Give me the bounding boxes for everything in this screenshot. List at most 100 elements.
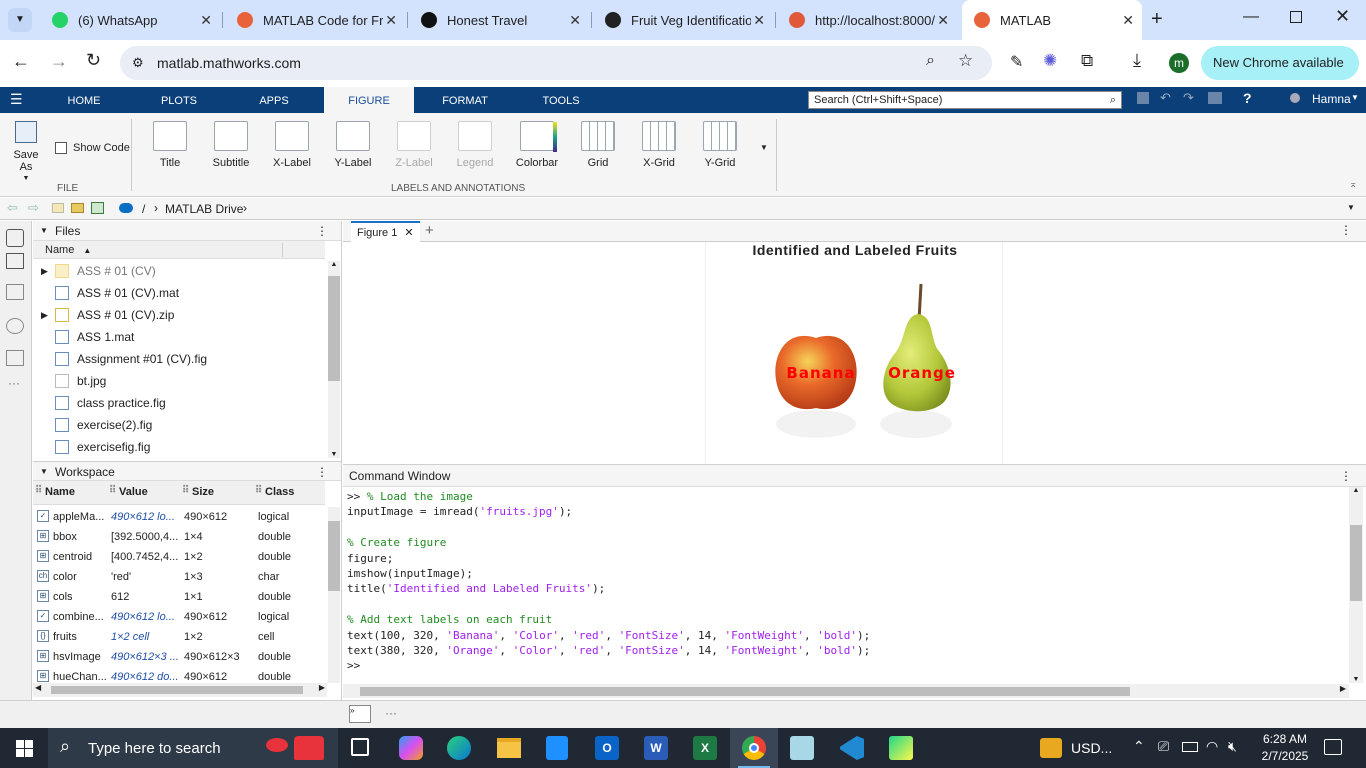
panel-menu-icon[interactable]: ⋮ bbox=[316, 462, 328, 482]
show-hidden-icons-chevron[interactable]: ⌃ bbox=[1133, 738, 1145, 755]
z-label-button[interactable]: Z-Label bbox=[386, 121, 442, 169]
scroll-down-icon[interactable]: ▼ bbox=[328, 451, 340, 458]
browser-tab[interactable]: MATLAB ✕ bbox=[962, 0, 1142, 40]
file-item[interactable]: ▶ ASS # 01 (CV) bbox=[33, 260, 323, 282]
column-grip-icon[interactable]: ⠿ bbox=[182, 485, 189, 496]
browser-tab[interactable]: MATLAB Code for Fru ✕ bbox=[225, 6, 405, 34]
y-label-button[interactable]: Y-Label bbox=[325, 121, 381, 169]
file-item[interactable]: ASS # 01 (CV).mat bbox=[33, 282, 323, 304]
workspace-row[interactable]: {} fruits 1×2 cell 1×2 cell bbox=[33, 627, 328, 647]
workspace-row[interactable]: ✓ combine... 490×612 lo... 490×612 logical bbox=[33, 607, 328, 627]
tab-close-icon[interactable]: ✕ bbox=[1122, 12, 1134, 29]
cmd-hscroll-thumb[interactable] bbox=[360, 687, 1130, 696]
y-grid-button[interactable]: Y-Grid bbox=[692, 121, 748, 169]
command-window[interactable]: Command Window ⋮ >> % Load the image inpu… bbox=[343, 464, 1366, 700]
cmd-scroll-thumb[interactable] bbox=[1350, 525, 1362, 601]
workspace-row[interactable]: ⊞ cols 612 1×1 double bbox=[33, 587, 328, 607]
user-icon[interactable] bbox=[1290, 93, 1300, 103]
expand-arrow-icon[interactable]: ▶ bbox=[41, 304, 48, 326]
toolstrip-tab-apps[interactable]: APPS bbox=[234, 87, 314, 113]
download-icon[interactable]: ⤓ bbox=[1133, 50, 1141, 71]
ws-scroll-thumb[interactable] bbox=[328, 521, 340, 591]
tab-close-icon[interactable]: ✕ bbox=[753, 12, 765, 29]
browser-tab[interactable]: http://localhost:8000/✕ bbox=[777, 6, 957, 34]
excel-icon[interactable]: X bbox=[693, 736, 717, 760]
panel-menu-icon[interactable]: ⋮ bbox=[316, 221, 328, 241]
window-layout-icon[interactable] bbox=[1208, 92, 1222, 104]
files-scroll-thumb[interactable] bbox=[328, 276, 340, 381]
workspace-row[interactable]: ch color'red' 1×3 char bbox=[33, 567, 328, 587]
panel-menu-icon[interactable]: ⋮ bbox=[1340, 465, 1352, 487]
user-menu-chevron-icon[interactable]: ▼ bbox=[1351, 93, 1359, 102]
matlab-search-input[interactable]: Search (Ctrl+Shift+Space) ⌕ bbox=[808, 91, 1122, 109]
word-icon[interactable]: W bbox=[644, 736, 668, 760]
path-dropdown-icon[interactable]: ▼ bbox=[1347, 203, 1355, 212]
workspace-row[interactable]: ⊞ centroid [400.7452,4... 1×2 double bbox=[33, 547, 328, 567]
pen-icon[interactable]: ✎ bbox=[1010, 52, 1023, 72]
files-scrollbar[interactable]: ▲ ▼ bbox=[328, 261, 340, 458]
figure-tab[interactable]: Figure 1 ✕ bbox=[351, 221, 420, 242]
ws-column-size[interactable]: Size bbox=[192, 486, 214, 498]
pycharm-icon[interactable] bbox=[889, 736, 913, 760]
outlook-icon[interactable]: O bbox=[595, 736, 619, 760]
close-window-button[interactable]: ✕ bbox=[1335, 6, 1350, 27]
ribbon-more-icon[interactable]: ▼ bbox=[760, 143, 768, 152]
clock-date[interactable]: 2/7/2025 bbox=[1252, 749, 1318, 763]
x-grid-button[interactable]: X-Grid bbox=[631, 121, 687, 169]
extension-flower-icon[interactable]: ✺ bbox=[1043, 51, 1057, 71]
file-item[interactable]: ▶ ASS # 01 (CV).zip bbox=[33, 304, 323, 326]
workspace-row[interactable]: ⊞ bbox [392.5000,4... 1×4 double bbox=[33, 527, 328, 547]
minimize-button[interactable]: — bbox=[1243, 8, 1259, 26]
ws-hscroll-thumb[interactable] bbox=[51, 686, 303, 694]
path-drive[interactable]: MATLAB Drive bbox=[165, 202, 243, 216]
history-panel-icon[interactable] bbox=[6, 318, 24, 334]
show-code-checkbox[interactable] bbox=[55, 142, 67, 154]
nav-forward-icon[interactable]: ⇨ bbox=[28, 200, 39, 216]
clock-time[interactable]: 6:28 AM bbox=[1255, 732, 1315, 746]
expand-arrow-icon[interactable]: ▶ bbox=[41, 260, 48, 282]
workspace-vscrollbar[interactable] bbox=[328, 507, 340, 683]
hscroll-left-icon[interactable]: ◀ bbox=[35, 683, 41, 692]
copilot-icon[interactable] bbox=[399, 736, 423, 760]
toolstrip-tab-home[interactable]: HOME bbox=[54, 87, 114, 113]
file-item[interactable]: bt.jpg bbox=[33, 370, 323, 392]
site-info-icon[interactable]: ⚙ bbox=[132, 55, 144, 71]
menu-hamburger-icon[interactable]: ☰ bbox=[10, 91, 23, 108]
command-output[interactable]: >> % Load the image inputImage = imread('… bbox=[343, 490, 1348, 680]
collapse-ribbon-icon[interactable]: ⌅ bbox=[1349, 179, 1357, 190]
scroll-up-icon[interactable]: ▲ bbox=[1349, 487, 1363, 494]
column-grip-icon[interactable]: ⠿ bbox=[35, 485, 42, 496]
files-panel-icon[interactable] bbox=[6, 229, 24, 247]
files-panel-header[interactable]: ▼ Files ⋮ bbox=[33, 221, 341, 241]
command-vscrollbar[interactable]: ▲ ▼ bbox=[1349, 487, 1363, 683]
tab-close-icon[interactable]: ✕ bbox=[569, 12, 581, 29]
toolstrip-tab-figure[interactable]: FIGURE bbox=[324, 87, 414, 113]
addons-panel-icon[interactable] bbox=[6, 350, 24, 366]
browser-tab[interactable]: Fruit Veg Identificatio ✕ bbox=[593, 6, 773, 34]
file-item[interactable]: class practice.fig bbox=[33, 392, 323, 414]
figure-canvas[interactable]: Identified and Labeled Fruits Banana Ora… bbox=[705, 242, 1003, 464]
toolstrip-tab-tools[interactable]: TOOLS bbox=[516, 87, 606, 113]
workspace-row[interactable]: ✓ appleMa... 490×612 lo... 490×612 logical bbox=[33, 507, 328, 527]
toolstrip-tab-format[interactable]: FORMAT bbox=[420, 87, 510, 113]
files-column-header[interactable]: Name ▲ bbox=[33, 241, 325, 259]
colorbar-button[interactable]: Colorbar bbox=[509, 121, 565, 169]
tab-close-icon[interactable]: ✕ bbox=[200, 12, 212, 29]
command-hscrollbar[interactable]: ▶ bbox=[343, 684, 1349, 698]
status-more-icon[interactable]: ··· bbox=[385, 706, 397, 720]
redo-icon[interactable]: ↷ bbox=[1183, 90, 1194, 106]
legend-button[interactable]: Legend bbox=[447, 121, 503, 169]
meet-now-icon[interactable]: ⎚ bbox=[1158, 738, 1169, 755]
path-root[interactable]: / bbox=[142, 202, 145, 216]
zoom-icon[interactable]: ⌕ bbox=[926, 52, 935, 70]
workspace-row[interactable]: ⊞ hsvImage 490×612×3 ... 490×612×3 double bbox=[33, 647, 328, 667]
notepad-icon[interactable] bbox=[790, 736, 814, 760]
wifi-icon[interactable]: ◠ bbox=[1206, 738, 1218, 755]
figure-menu-icon[interactable]: ⋮ bbox=[1340, 223, 1352, 237]
up-folder-icon[interactable] bbox=[52, 203, 64, 213]
column-grip-icon[interactable]: ⠿ bbox=[109, 485, 116, 496]
tab-search-button[interactable]: ▼ bbox=[8, 8, 32, 32]
editor-panel-icon[interactable] bbox=[6, 284, 24, 300]
ws-column-name[interactable]: Name bbox=[45, 486, 75, 498]
title-button[interactable]: Title bbox=[142, 121, 198, 169]
